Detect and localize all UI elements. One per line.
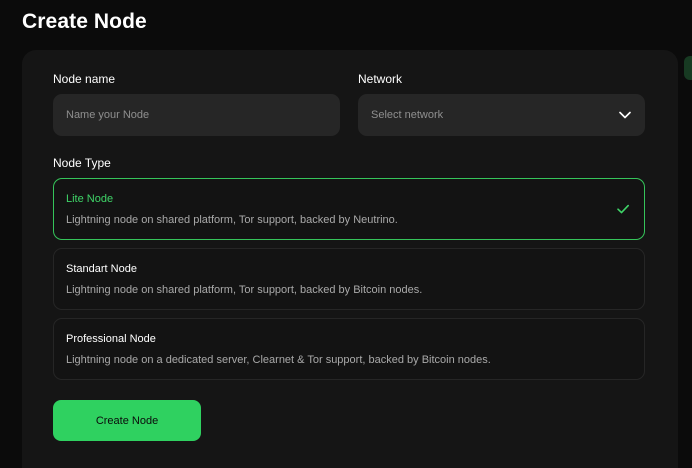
create-node-form: Node name Network Select network Node Ty… <box>22 50 678 468</box>
create-node-page: Create Node Node name Network Select net… <box>0 0 692 468</box>
checkmark-icon <box>616 202 630 216</box>
chevron-down-icon <box>618 108 632 122</box>
node-type-description: Lightning node on shared platform, Tor s… <box>66 214 398 226</box>
network-select[interactable]: Select network <box>358 94 645 136</box>
node-type-description: Lightning node on shared platform, Tor s… <box>66 284 423 296</box>
network-label: Network <box>358 72 403 86</box>
create-node-button[interactable]: Create Node <box>53 400 201 441</box>
node-type-description: Lightning node on a dedicated server, Cl… <box>66 354 491 366</box>
page-title: Create Node <box>22 10 147 33</box>
node-type-title: Standart Node <box>66 263 137 275</box>
node-name-label: Node name <box>53 72 116 86</box>
node-type-title: Professional Node <box>66 333 156 345</box>
node-type-label: Node Type <box>53 156 111 170</box>
decorative-accent <box>684 56 692 80</box>
node-type-title: Lite Node <box>66 193 114 205</box>
node-type-option-standart[interactable]: Standart Node Lightning node on shared p… <box>53 248 645 310</box>
network-select-value: Select network <box>371 109 444 121</box>
node-type-option-lite[interactable]: Lite Node Lightning node on shared platf… <box>53 178 645 240</box>
node-type-option-professional[interactable]: Professional Node Lightning node on a de… <box>53 318 645 380</box>
node-name-input[interactable] <box>53 94 340 136</box>
